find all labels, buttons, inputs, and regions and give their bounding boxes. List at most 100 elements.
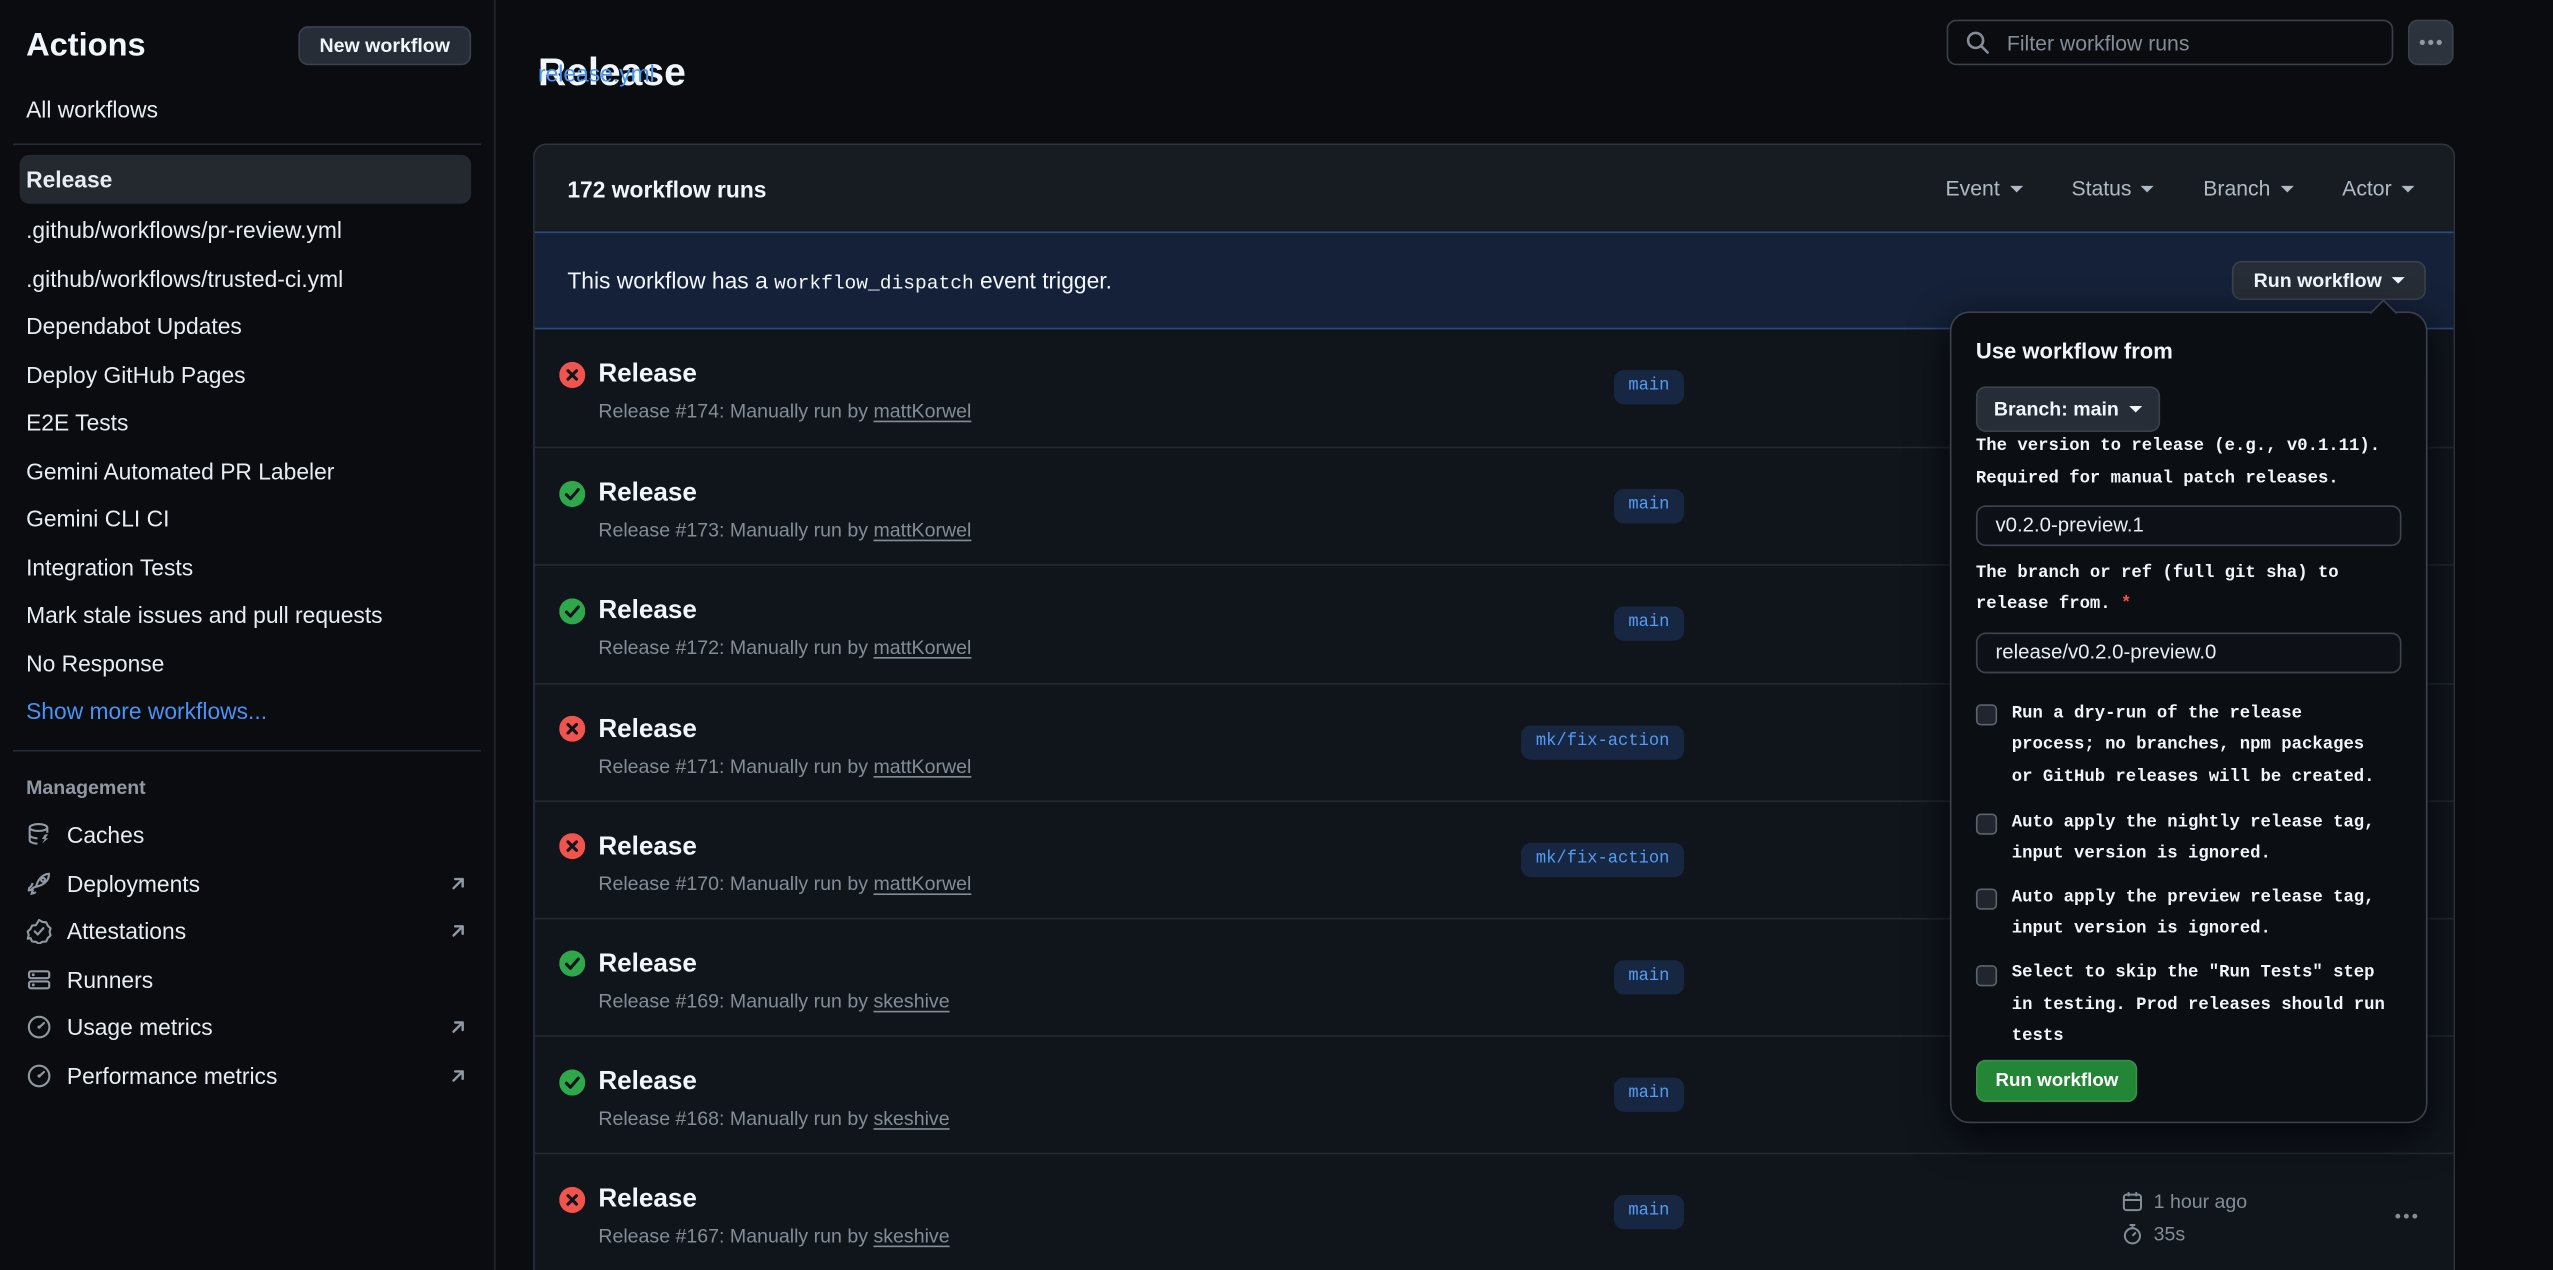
run-kebab-menu[interactable]	[2393, 1204, 2422, 1230]
filter-dropdown-branch[interactable]: Branch	[2203, 176, 2293, 200]
run-actor-link[interactable]: mattKorwel	[873, 636, 971, 659]
branch-badge[interactable]: main	[1614, 607, 1684, 641]
success-status-icon	[559, 1069, 585, 1095]
management-item-label: Performance metrics	[67, 1063, 278, 1089]
dispatch-input-group: Run a dry-run of the release process; no…	[1976, 699, 2402, 795]
run-title-link[interactable]: Release	[598, 476, 697, 510]
run-description: Release #171: Manually run by mattKorwel	[598, 754, 971, 778]
management-item-attestations[interactable]: Attestations	[0, 907, 494, 955]
management-item-label: Runners	[67, 966, 153, 992]
workflow-file-link[interactable]: release.yml	[538, 60, 655, 86]
sidebar-workflow-item[interactable]: Integration Tests	[0, 544, 494, 592]
required-asterisk: *	[2121, 596, 2131, 616]
sidebar-workflow-item[interactable]: E2E Tests	[0, 399, 494, 447]
run-title-link[interactable]: Release	[598, 594, 697, 628]
calendar-icon	[2121, 1190, 2144, 1213]
stopwatch-icon	[2121, 1222, 2144, 1245]
branch-badge[interactable]: mk/fix-action	[1521, 725, 1684, 759]
workflow-run-row[interactable]: ReleaseRelease #167: Manually run by ske…	[535, 1153, 2454, 1270]
run-meta: 1 hour ago35s	[2121, 1186, 2247, 1250]
run-actor-link[interactable]: skeshive	[873, 989, 949, 1012]
chevron-down-icon	[2401, 185, 2414, 198]
run-title-link[interactable]: Release	[598, 712, 697, 746]
failed-status-icon	[559, 833, 585, 859]
filter-workflow-runs-input-wrap	[1947, 20, 2394, 66]
branch-badge[interactable]: main	[1614, 1078, 1684, 1112]
sidebar-item-all-workflows[interactable]: All workflows	[26, 88, 468, 130]
management-item-usage-metrics[interactable]: Usage metrics	[0, 1003, 494, 1051]
run-title-link[interactable]: Release	[598, 357, 697, 391]
popover-title: Use workflow from	[1976, 337, 2402, 365]
sidebar-workflow-item-selected[interactable]: Release	[20, 155, 472, 204]
sidebar-header: Actions New workflow	[0, 0, 494, 68]
success-status-icon	[559, 598, 585, 624]
management-item-runners[interactable]: Runners	[0, 955, 494, 1003]
checkbox[interactable]	[1976, 705, 1997, 726]
runs-list-header: 172 workflow runs Event Status Branch Actor	[535, 145, 2454, 231]
search-icon	[1965, 29, 1991, 55]
checkbox[interactable]	[1976, 814, 1997, 835]
verified-icon	[26, 918, 52, 944]
new-workflow-button[interactable]: New workflow	[298, 26, 471, 65]
management-header: Management	[26, 770, 494, 803]
sidebar-workflow-item[interactable]: Gemini CLI CI	[0, 496, 494, 544]
banner-text: This workflow has a workflow_dispatch ev…	[567, 267, 1112, 295]
run-actor-link[interactable]: skeshive	[873, 1107, 949, 1130]
run-title-link[interactable]: Release	[598, 1182, 697, 1216]
show-more-workflows-link[interactable]: Show more workflows...	[0, 688, 494, 736]
server-icon	[26, 966, 52, 992]
checkbox-label: Auto apply the nightly release tag, inpu…	[2012, 808, 2393, 872]
sidebar-workflow-item[interactable]: .github/workflows/pr-review.yml	[0, 207, 494, 255]
branch-badge[interactable]: main	[1614, 370, 1684, 404]
sidebar-workflow-item[interactable]: Mark stale issues and pull requests	[0, 592, 494, 640]
sidebar-workflow-item[interactable]: Deploy GitHub Pages	[0, 351, 494, 399]
checkbox-label: Auto apply the preview release tag, inpu…	[2012, 883, 2393, 947]
run-actor-link[interactable]: skeshive	[873, 1225, 949, 1248]
checkbox-label: Run a dry-run of the release process; no…	[2012, 699, 2393, 795]
run-title-link[interactable]: Release	[598, 947, 697, 981]
workflow-options-kebab-button[interactable]	[2408, 20, 2454, 66]
version-input[interactable]	[1976, 505, 2402, 546]
external-link-icon	[445, 1014, 471, 1040]
failed-status-icon	[559, 716, 585, 742]
chevron-down-icon	[2009, 185, 2022, 198]
run-workflow-submit-button[interactable]: Run workflow	[1976, 1059, 2138, 1101]
sidebar-workflow-item[interactable]: Gemini Automated PR Labeler	[0, 448, 494, 496]
runs-count: 172 workflow runs	[567, 175, 766, 201]
filter-workflow-runs-input[interactable]	[2004, 29, 2376, 57]
run-title-link[interactable]: Release	[598, 829, 697, 863]
checkbox[interactable]	[1976, 964, 1997, 985]
management-item-label: Usage metrics	[67, 1014, 213, 1040]
ref-input[interactable]	[1976, 632, 2402, 673]
branch-badge[interactable]: main	[1614, 960, 1684, 994]
branch-select-button[interactable]: Branch: main	[1976, 386, 2160, 432]
run-actor-link[interactable]: mattKorwel	[873, 399, 971, 422]
checkbox[interactable]	[1976, 889, 1997, 910]
management-item-caches[interactable]: Caches	[0, 811, 494, 859]
run-title-link[interactable]: Release	[598, 1065, 697, 1099]
chevron-down-icon	[2392, 277, 2405, 290]
sidebar-workflow-item[interactable]: Dependabot Updates	[0, 303, 494, 351]
run-actor-link[interactable]: mattKorwel	[873, 519, 971, 542]
run-description: Release #169: Manually run by skeshive	[598, 989, 949, 1013]
branch-badge[interactable]: mk/fix-action	[1521, 842, 1684, 876]
filter-dropdown-status[interactable]: Status	[2071, 176, 2154, 200]
management-list: CachesDeploymentsAttestations Runners Usag…	[0, 811, 494, 1100]
sidebar-workflow-item[interactable]: No Response	[0, 640, 494, 688]
run-actor-link[interactable]: mattKorwel	[873, 872, 971, 895]
sidebar-workflow-item[interactable]: .github/workflows/trusted-ci.yml	[0, 255, 494, 303]
management-item-performance-metrics[interactable]: Performance metrics	[0, 1052, 494, 1100]
run-actor-link[interactable]: mattKorwel	[873, 754, 971, 777]
run-description: Release #168: Manually run by skeshive	[598, 1107, 949, 1131]
filter-dropdown-actor[interactable]: Actor	[2342, 176, 2414, 200]
success-status-icon	[559, 480, 585, 506]
run-description: Release #174: Manually run by mattKorwel	[598, 399, 971, 423]
success-status-icon	[559, 951, 585, 977]
management-item-deployments[interactable]: Deployments	[0, 859, 494, 907]
failed-status-icon	[559, 361, 585, 387]
branch-badge[interactable]: main	[1614, 1196, 1684, 1230]
filter-dropdown-event[interactable]: Event	[1946, 176, 2023, 200]
run-workflow-dropdown-button[interactable]: Run workflow	[2232, 261, 2425, 300]
branch-badge[interactable]: main	[1614, 489, 1684, 523]
sidebar-divider	[13, 143, 481, 145]
